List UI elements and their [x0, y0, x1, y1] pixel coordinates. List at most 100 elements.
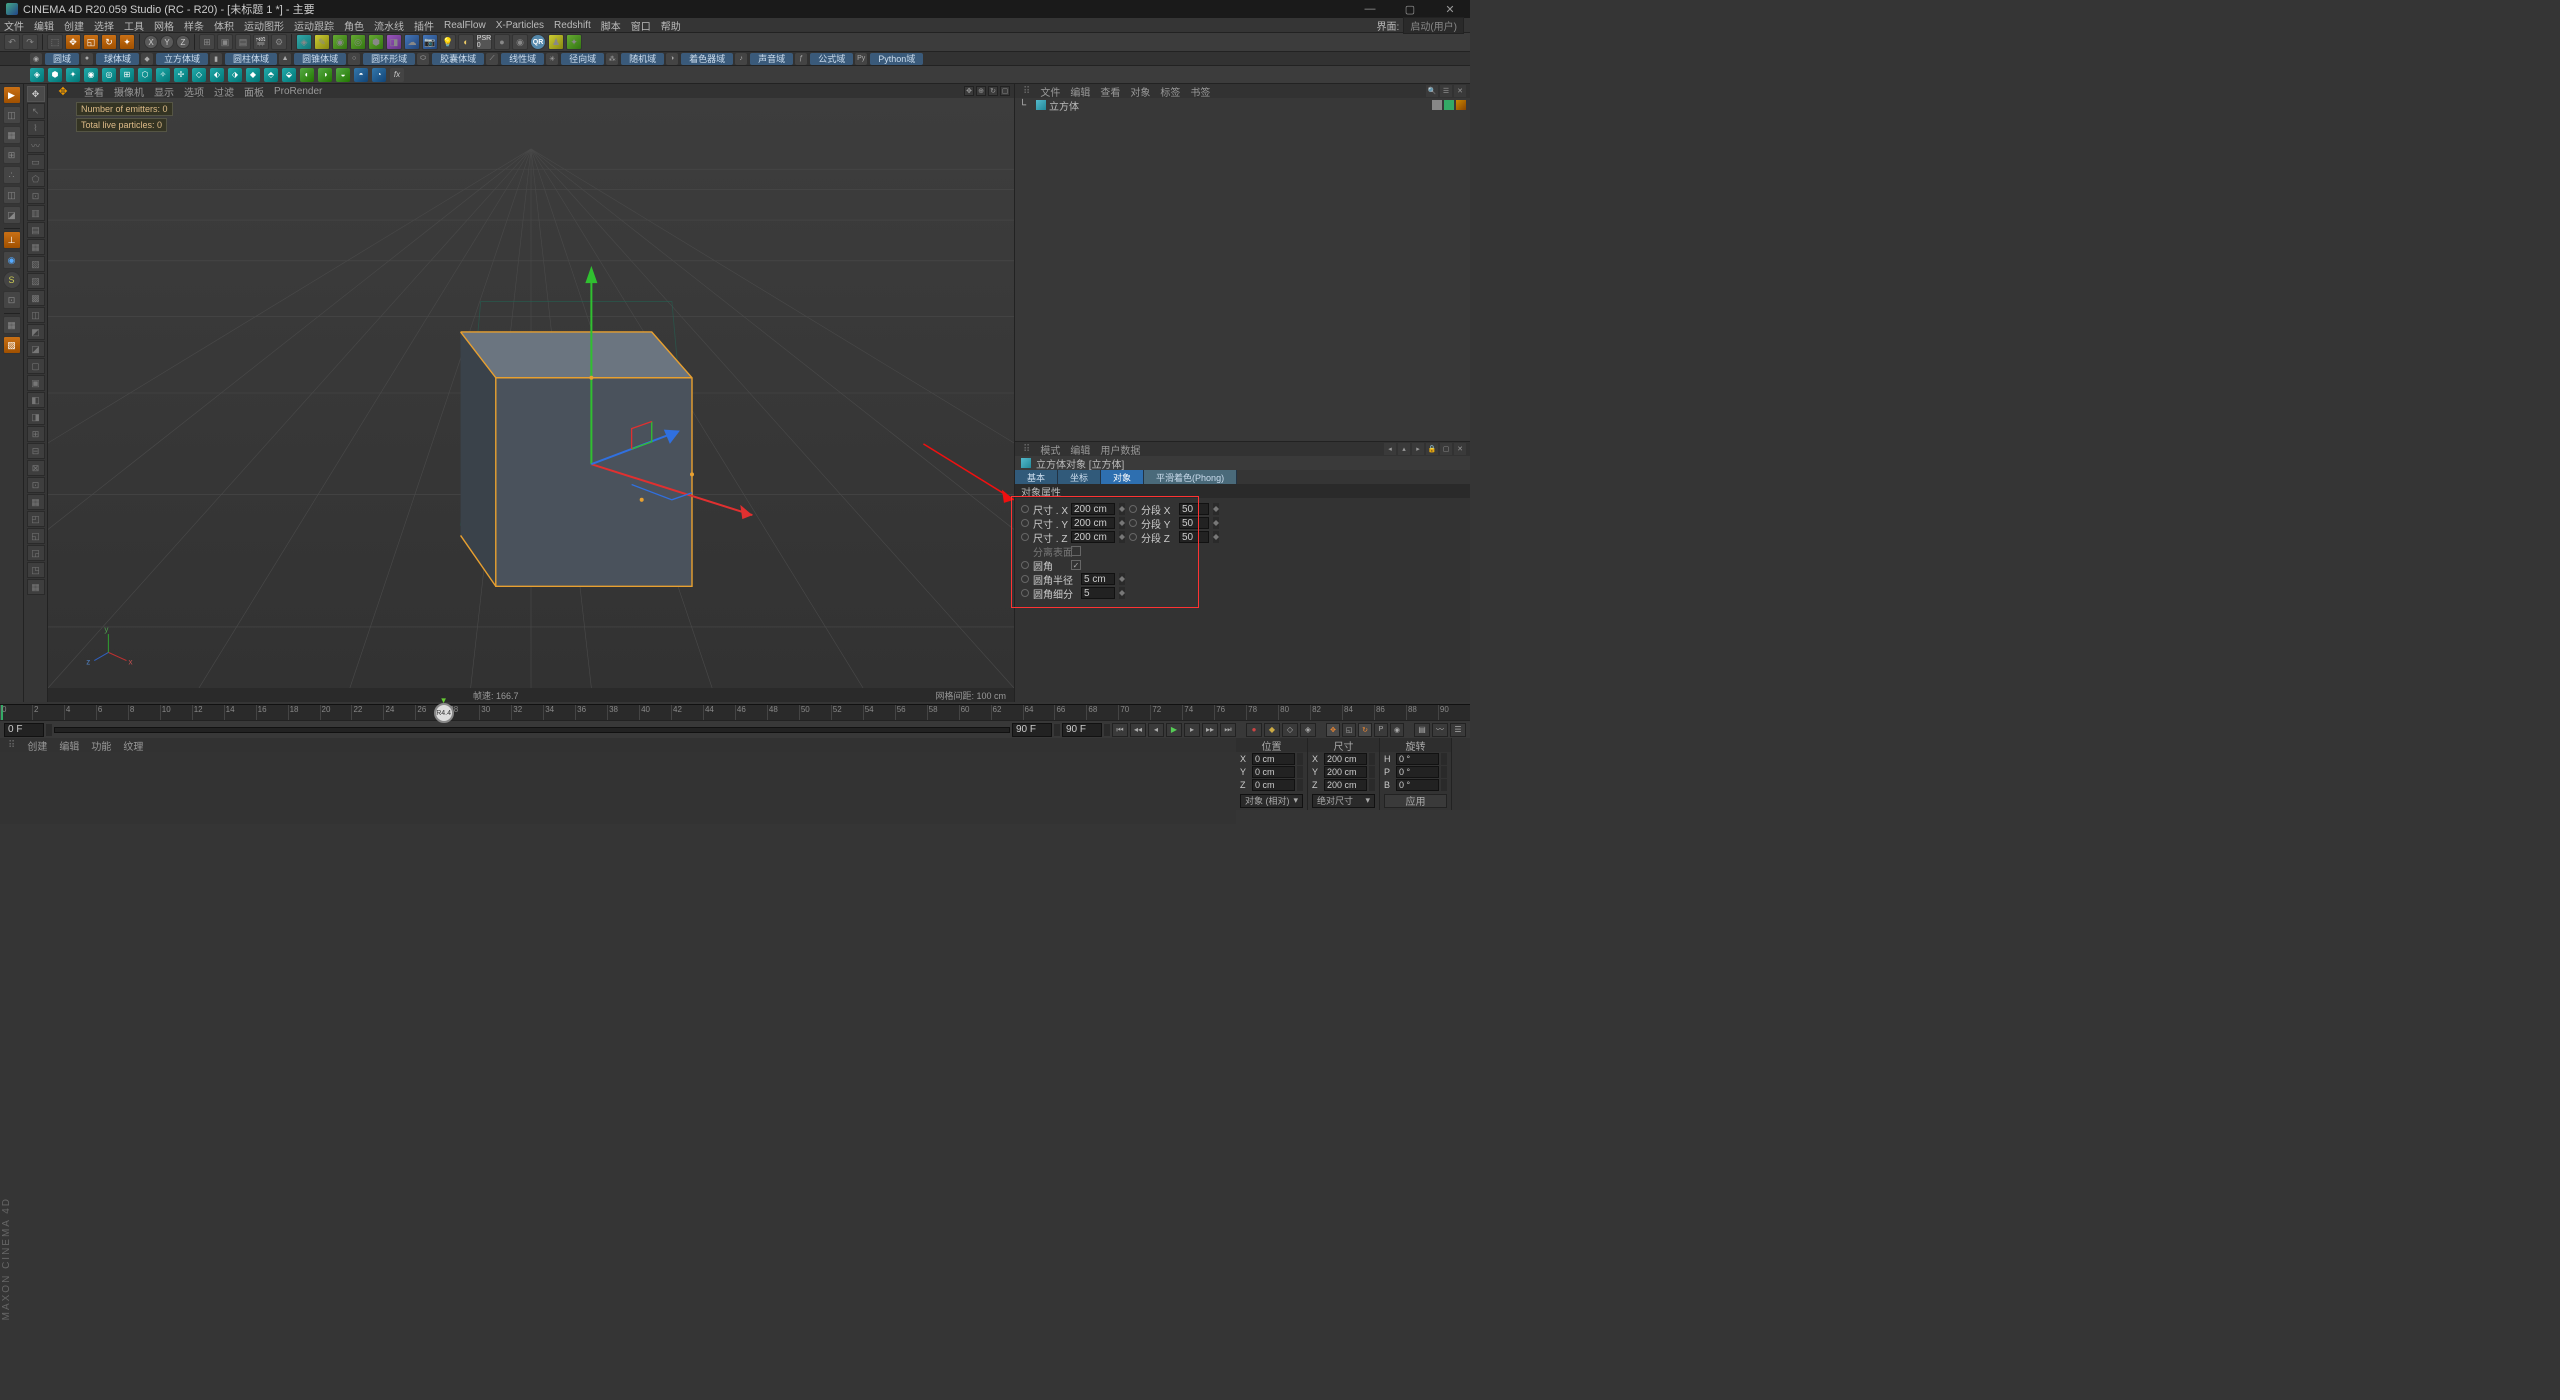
timeline-button[interactable]: ▤ [1414, 723, 1430, 737]
brush-icon[interactable]: 〰 [27, 137, 45, 153]
mode-icon[interactable]: ▥ [27, 205, 45, 221]
point-mode-button[interactable]: ∴ [3, 166, 21, 184]
mm-menu-texture[interactable]: 纹理 [123, 738, 143, 753]
snap-button[interactable]: S [3, 271, 21, 289]
field-icon[interactable]: ⟋ [486, 53, 498, 65]
effector-icon[interactable]: ◎ [102, 68, 116, 82]
timeline-range-slider[interactable] [54, 727, 1010, 733]
field-icon[interactable]: ◉ [30, 53, 42, 65]
mode-icon[interactable]: ◱ [27, 528, 45, 544]
layout-dropdown[interactable]: 启动(用户) [1403, 17, 1464, 34]
field-sound[interactable]: 声音域 [750, 53, 793, 65]
material-manager-body[interactable] [0, 752, 1236, 824]
field-icon[interactable]: ♪ [735, 53, 747, 65]
seg-y-input[interactable]: 50 [1179, 517, 1209, 529]
quantize-button[interactable]: ⊡ [3, 291, 21, 309]
size-z-input[interactable]: 200 cm [1324, 779, 1367, 791]
lasso-icon[interactable]: ⌇ [27, 120, 45, 136]
menu-character[interactable]: 角色 [344, 18, 364, 33]
spinner[interactable] [1441, 779, 1447, 791]
render-view-button[interactable]: ▣ [217, 34, 233, 50]
vp-menu-camera[interactable]: 摄像机 [114, 84, 144, 99]
last-tool-button[interactable]: ✦ [119, 34, 135, 50]
field-icon[interactable]: ▮ [210, 53, 222, 65]
live-select-button[interactable]: ⬚ [47, 34, 63, 50]
mode-icon[interactable]: ⊠ [27, 460, 45, 476]
x-axis-lock[interactable]: X [144, 35, 158, 49]
field-capsule[interactable]: 胶囊体域 [432, 53, 484, 65]
prev-key-button[interactable]: ◂◂ [1130, 723, 1146, 737]
om-menu-object[interactable]: 对象 [1130, 84, 1150, 99]
spinner[interactable] [1369, 766, 1375, 778]
param-dot[interactable] [1021, 575, 1029, 583]
spinner[interactable] [1119, 517, 1125, 529]
move-tool-button[interactable]: ✥ [65, 34, 81, 50]
spinner[interactable] [1213, 531, 1219, 543]
poly-select-icon[interactable]: ⬠ [27, 171, 45, 187]
mode-icon[interactable]: ▦ [27, 579, 45, 595]
mode-icon[interactable]: ◳ [27, 562, 45, 578]
effector-icon[interactable]: ✧ [156, 68, 170, 82]
field-icon[interactable]: ✳ [546, 53, 558, 65]
soft-select-button[interactable]: ◉ [512, 34, 528, 50]
end-frame-input[interactable]: 90 F [1012, 723, 1052, 737]
rec-pla-icon[interactable]: ◉ [1390, 723, 1404, 737]
apply-button[interactable]: 应用 [1384, 794, 1447, 808]
field-radial[interactable]: 径向域 [561, 53, 604, 65]
mode-icon[interactable]: ◩ [27, 324, 45, 340]
field-icon[interactable]: ▲ [279, 53, 291, 65]
viewport-3d[interactable]: x y z Number of emitters: 0 Total live p… [48, 98, 1014, 688]
menu-xparticles[interactable]: X-Particles [496, 20, 544, 31]
field-icon[interactable]: ○ [348, 53, 360, 65]
spinner[interactable] [1297, 779, 1303, 791]
menu-select[interactable]: 选择 [94, 18, 114, 33]
mode-icon[interactable]: ▨ [27, 273, 45, 289]
array-button[interactable]: ⬢ [368, 34, 384, 50]
undo-button[interactable]: ↶ [4, 34, 20, 50]
om-menu-view[interactable]: 查看 [1100, 84, 1120, 99]
attr-tab-phong[interactable]: 平滑着色(Phong) [1144, 470, 1237, 484]
effector-icon[interactable]: ⬡ [138, 68, 152, 82]
om-object-name[interactable]: 立方体 [1049, 98, 1079, 113]
fillet-subdiv-input[interactable]: 5 [1081, 587, 1115, 599]
goto-end-button[interactable]: ⏭ [1220, 723, 1236, 737]
spinner[interactable] [1119, 503, 1125, 515]
spinner[interactable] [1441, 766, 1447, 778]
spinner[interactable] [1104, 724, 1110, 736]
y-axis-lock[interactable]: Y [160, 35, 174, 49]
vp-pan-icon[interactable]: ✥ [964, 86, 974, 96]
attr-menu-mode[interactable]: 模式 [1040, 442, 1060, 457]
seg-z-input[interactable]: 50 [1179, 531, 1209, 543]
attr-menu-userdata[interactable]: 用户数据 [1100, 442, 1140, 457]
spinner[interactable] [1213, 503, 1219, 515]
field-random[interactable]: 随机域 [621, 53, 664, 65]
om-menu-file[interactable]: 文件 [1040, 84, 1060, 99]
mode-icon[interactable]: ◲ [27, 545, 45, 561]
menu-redshift[interactable]: Redshift [554, 20, 591, 31]
mode-icon[interactable]: ▦ [27, 239, 45, 255]
next-key-button[interactable]: ▸▸ [1202, 723, 1218, 737]
mm-menu-create[interactable]: 创建 [27, 738, 47, 753]
environment-button[interactable]: ☁ [404, 34, 420, 50]
spinner[interactable] [1054, 724, 1060, 736]
field-cylinder[interactable]: 圆柱体域 [225, 53, 277, 65]
effector-icon[interactable]: ◇ [192, 68, 206, 82]
mode-icon[interactable]: ◨ [27, 409, 45, 425]
effector-icon[interactable]: ◔ [372, 68, 386, 82]
pos-x-input[interactable]: 0 cm [1252, 753, 1295, 765]
fillet-checkbox[interactable]: ✓ [1071, 560, 1081, 570]
mode-icon[interactable]: ◫ [27, 307, 45, 323]
field-icon[interactable]: ƒ [795, 53, 807, 65]
mode-icon[interactable]: ⊡ [27, 477, 45, 493]
axis-button[interactable]: ⊥ [3, 231, 21, 249]
character-button[interactable]: ♟ [548, 34, 564, 50]
menu-script[interactable]: 脚本 [601, 18, 621, 33]
camera-button[interactable]: 📷 [422, 34, 438, 50]
attr-nav-fwd-icon[interactable]: ▸ [1412, 443, 1424, 455]
param-dot[interactable] [1021, 561, 1029, 569]
keyframe-sel-button[interactable]: ◇ [1282, 723, 1298, 737]
om-search-icon[interactable]: 🔍 [1426, 85, 1438, 97]
size-mode-dropdown[interactable]: 绝对尺寸▾ [1312, 794, 1375, 808]
menu-tools[interactable]: 工具 [124, 18, 144, 33]
size-x-input[interactable]: 200 cm [1324, 753, 1367, 765]
